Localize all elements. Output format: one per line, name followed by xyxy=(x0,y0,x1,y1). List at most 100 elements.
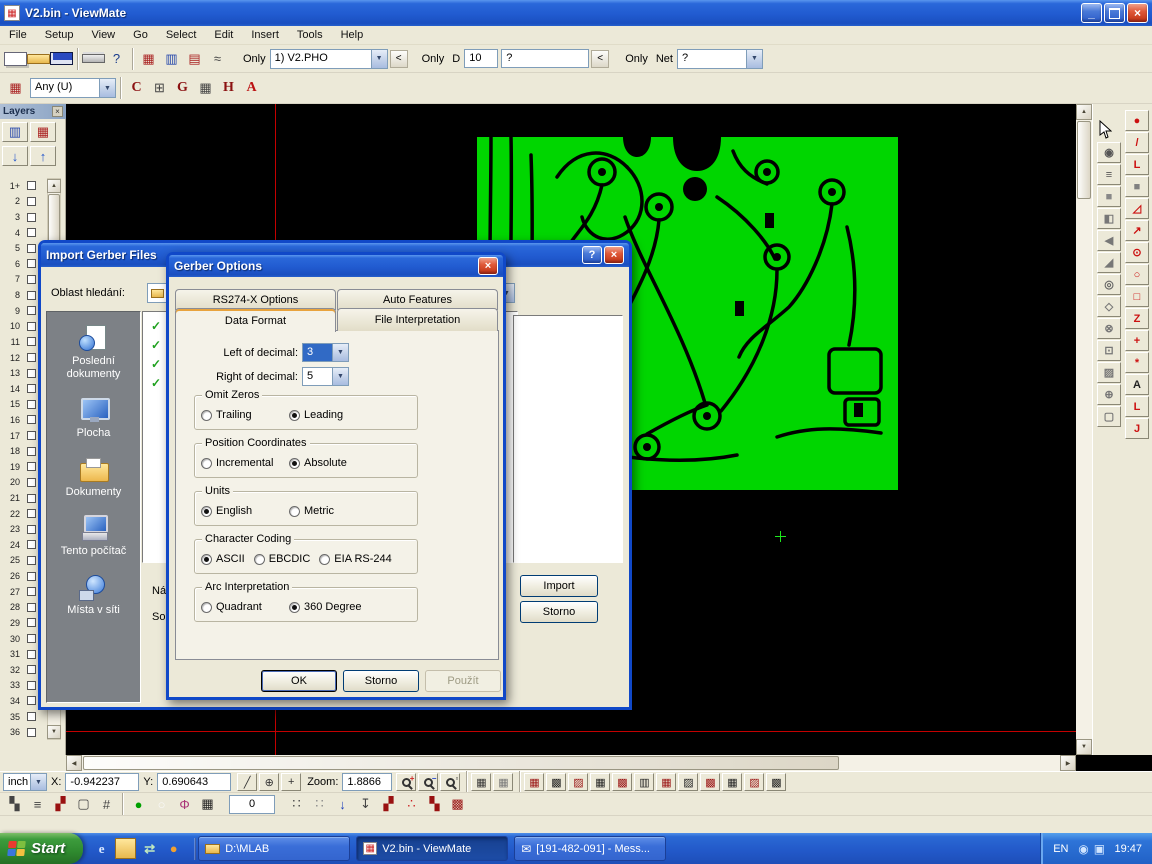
menu-go[interactable]: Go xyxy=(124,27,157,43)
radio-absolute[interactable]: Absolute xyxy=(289,457,347,469)
layer-color-swatch[interactable] xyxy=(27,556,36,565)
net-pattern-icon-1[interactable]: ▚ xyxy=(3,793,26,815)
canvas-horizontal-scrollbar[interactable]: ◀ ▶ xyxy=(66,755,1076,771)
layer-color-swatch[interactable] xyxy=(27,369,36,378)
cut-tool-icon[interactable]: ⊗ xyxy=(1097,318,1121,339)
menu-file[interactable]: File xyxy=(0,27,36,43)
canvas-vertical-scrollbar[interactable]: ▲ ▼ xyxy=(1076,104,1092,755)
radio-ebcdic[interactable]: EBCDIC xyxy=(254,553,311,565)
restore-button[interactable] xyxy=(1104,3,1125,23)
internet-explorer-icon[interactable]: e xyxy=(91,838,112,859)
layer-color-swatch[interactable] xyxy=(27,213,36,222)
layer-row-3[interactable]: 3 xyxy=(2,209,46,225)
taskbar-button-191-482-091-mess[interactable]: ✉[191-482-091] - Mess... xyxy=(514,836,666,861)
layer-color-swatch[interactable] xyxy=(27,728,36,737)
dcode-view-icon-5[interactable]: ▩ xyxy=(612,773,632,791)
film-box-icon[interactable]: ▤ xyxy=(183,48,206,70)
radio-leading[interactable]: Leading xyxy=(289,409,343,421)
highlight-mode-icon[interactable]: H xyxy=(217,77,240,99)
checked-checkbox-icon[interactable]: ✓ xyxy=(151,319,161,333)
red-pattern-icon-3[interactable]: ▩ xyxy=(446,793,469,815)
dot-grid-icon-2[interactable]: ∷ xyxy=(308,793,331,815)
layer-color-swatch[interactable] xyxy=(27,275,36,284)
layer-color-swatch[interactable] xyxy=(27,634,36,643)
swap-tool-icon[interactable]: ◇ xyxy=(1097,296,1121,317)
merge-tool-icon[interactable]: ⊕ xyxy=(1097,384,1121,405)
place-posledn-dokumenty[interactable]: Poslední dokumenty xyxy=(50,324,138,381)
hatch-tool-icon[interactable]: ▨ xyxy=(1097,362,1121,383)
measure-diagonal-icon[interactable]: ╱ xyxy=(237,773,257,791)
red-pattern-icon-1[interactable]: ▞ xyxy=(377,793,400,815)
layer-color-swatch[interactable] xyxy=(27,650,36,659)
x-coordinate-field[interactable]: -0.942237 xyxy=(65,773,139,791)
draw-wedge-icon[interactable]: ◿ xyxy=(1125,198,1149,219)
tab-auto-features[interactable]: Auto Features xyxy=(337,289,498,310)
origin-icon[interactable]: ⊕ xyxy=(259,773,279,791)
red-dots-icon[interactable]: ∴ xyxy=(400,793,423,815)
taskbar-clock[interactable]: 19:47 xyxy=(1114,843,1142,855)
chevron-down-icon[interactable] xyxy=(746,50,762,68)
browser-icon[interactable]: ● xyxy=(163,838,184,859)
display-tray-icon[interactable]: ▣ xyxy=(1091,841,1107,857)
dcode-view-icon-4[interactable]: ▦ xyxy=(590,773,610,791)
checked-checkbox-icon[interactable]: ✓ xyxy=(151,338,161,352)
menu-view[interactable]: View xyxy=(82,27,124,43)
layer-color-swatch[interactable] xyxy=(27,384,36,393)
context-help-icon[interactable]: ? xyxy=(105,48,128,70)
snap-cross-icon[interactable]: + xyxy=(281,773,301,791)
green-status-icon[interactable]: ● xyxy=(127,793,150,815)
import-button[interactable]: Import xyxy=(520,575,598,597)
layer-color-swatch[interactable] xyxy=(27,494,36,503)
layer-color-swatch[interactable] xyxy=(27,353,36,362)
taskbar-button-v2-bin-viewmate[interactable]: ▦V2.bin - ViewMate xyxy=(356,836,508,861)
move-layer-up-icon[interactable]: ↑ xyxy=(30,146,56,166)
file-explorer-icon[interactable] xyxy=(115,838,136,859)
rotation-field[interactable]: 0 xyxy=(229,795,275,814)
place-dokumenty[interactable]: Dokumenty xyxy=(50,455,138,499)
menu-select[interactable]: Select xyxy=(157,27,206,43)
net-pattern-icon-4[interactable]: ▢ xyxy=(72,793,95,815)
layer-color-swatch[interactable] xyxy=(27,478,36,487)
half-fill-tool-icon[interactable]: ◧ xyxy=(1097,208,1121,229)
wave-icon[interactable]: ≈ xyxy=(206,48,229,70)
dcode-view-icon-6[interactable]: ▥ xyxy=(634,773,654,791)
layer-color-swatch[interactable] xyxy=(27,696,36,705)
scroll-right-icon[interactable]: ▶ xyxy=(1060,755,1076,771)
layer-color-swatch[interactable] xyxy=(27,681,36,690)
print-icon[interactable] xyxy=(82,54,105,63)
help-button[interactable]: ? xyxy=(582,246,602,264)
scroll-down-icon[interactable]: ▼ xyxy=(47,725,61,739)
close-button[interactable]: × xyxy=(478,257,498,275)
gerber-dialog-titlebar[interactable]: Gerber Options × xyxy=(169,255,503,277)
tab-data-format[interactable]: Data Format xyxy=(175,308,336,332)
layer-color-swatch[interactable] xyxy=(27,197,36,206)
grid-mode-icon[interactable]: ▦ xyxy=(194,77,217,99)
radio-ascii[interactable]: ASCII xyxy=(201,553,245,565)
left-of-decimal-combo[interactable]: 3 xyxy=(302,343,349,362)
frame-tool-icon[interactable]: ▢ xyxy=(1097,406,1121,427)
layer-color-swatch[interactable] xyxy=(27,291,36,300)
draw-pad-icon[interactable]: ● xyxy=(1125,110,1149,131)
layer-color-swatch[interactable] xyxy=(27,665,36,674)
phi-tool-icon[interactable]: Φ xyxy=(173,793,196,815)
layer-color-swatch[interactable] xyxy=(27,540,36,549)
radio-metric[interactable]: Metric xyxy=(289,505,334,517)
layer-color-swatch[interactable] xyxy=(27,228,36,237)
checked-checkbox-icon[interactable]: ✓ xyxy=(151,357,161,371)
dcode-view-icon-11[interactable]: ▨ xyxy=(744,773,764,791)
ok-button[interactable]: OK xyxy=(261,670,337,692)
layer-color-swatch[interactable] xyxy=(27,447,36,456)
menu-setup[interactable]: Setup xyxy=(36,27,83,43)
taskbar-button-d-mlab[interactable]: D:\MLAB xyxy=(198,836,350,861)
open-file-icon[interactable] xyxy=(27,54,50,64)
only-d-label[interactable]: Only xyxy=(422,53,445,65)
draw-arc-icon[interactable]: ○ xyxy=(1125,264,1149,285)
selection-filter-combo[interactable]: Any (U) xyxy=(30,78,116,98)
crosshair-mode-icon[interactable]: ⊞ xyxy=(148,77,171,99)
radio-english[interactable]: English xyxy=(201,505,289,517)
place-m-sta-v-s-ti[interactable]: Místa v síti xyxy=(50,573,138,617)
save-icon[interactable] xyxy=(50,52,73,65)
big-grid-icon[interactable]: ▦ xyxy=(196,793,219,815)
mirror-tool-icon[interactable]: ◀ xyxy=(1097,230,1121,251)
grid-a-icon[interactable]: ▦ xyxy=(471,773,491,791)
